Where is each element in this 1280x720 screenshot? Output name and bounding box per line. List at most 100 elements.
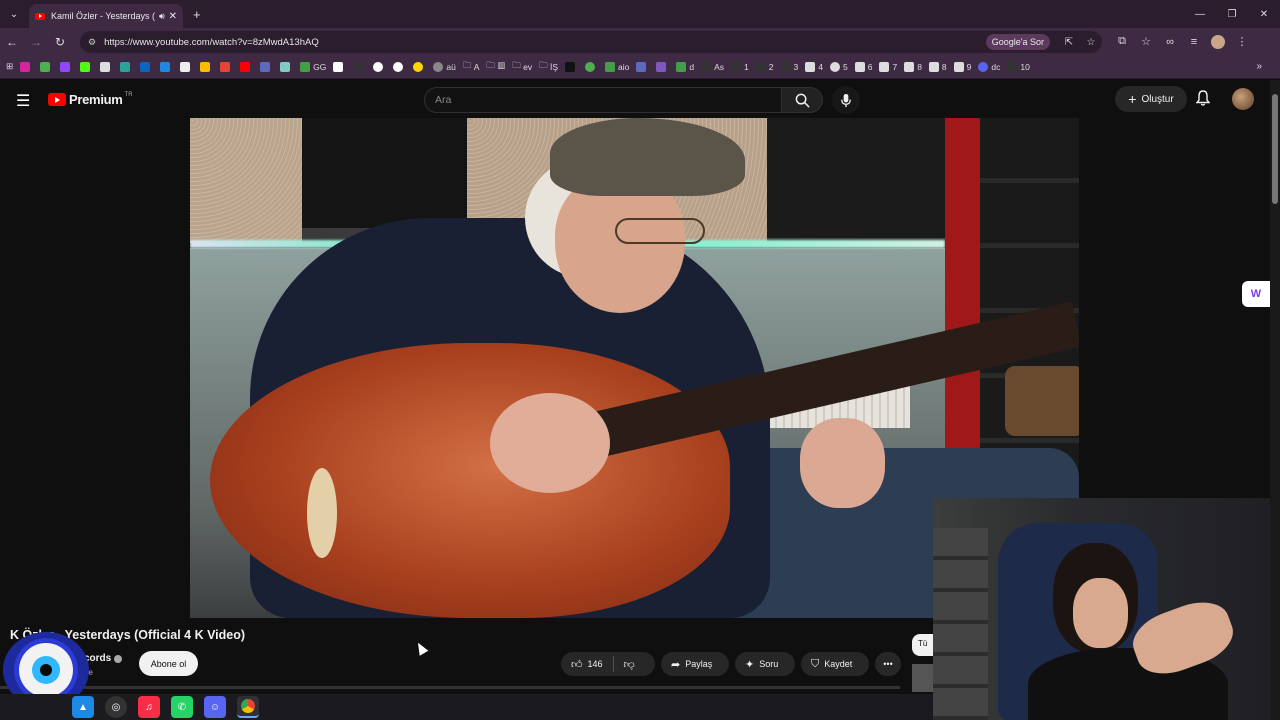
bookmark-v[interactable] <box>636 61 649 72</box>
bookmark-drive[interactable] <box>200 61 213 72</box>
extension-float-button[interactable]: W <box>1242 281 1270 307</box>
bookmark-folder-is[interactable]: 🗀︎ İŞ <box>539 60 558 74</box>
search-button[interactable] <box>781 87 823 113</box>
bookmark-twitch[interactable] <box>60 61 73 72</box>
subscribe-button[interactable]: Abone ol <box>139 651 198 676</box>
bookmark-purple[interactable] <box>260 61 273 72</box>
reading-list-icon[interactable]: ≡ <box>1182 36 1206 48</box>
favorites-icon[interactable]: ☆ <box>1134 35 1158 48</box>
bookmark-instagram[interactable] <box>20 61 33 72</box>
bookmark-gmail[interactable] <box>220 61 233 72</box>
google-ask-label: Google'a Sor <box>991 37 1044 47</box>
bookmark-10[interactable]: 10 <box>1007 61 1030 72</box>
save-button[interactable]: ⛉ Kaydet <box>801 652 869 676</box>
youtube-logo[interactable]: Premium TR <box>48 92 133 107</box>
bookmark-kick[interactable] <box>80 61 93 72</box>
bookmark-folder-ev[interactable]: 🗀︎ ev <box>512 60 532 74</box>
restore-icon[interactable]: ❐ <box>1216 9 1248 20</box>
recommended-thumbnail[interactable] <box>912 664 933 692</box>
bookmark-aio[interactable]: aio <box>605 61 629 72</box>
speaker-icon[interactable]: 🔊︎ <box>159 11 165 22</box>
bookmark-linkedin[interactable] <box>140 61 153 72</box>
acoustic-panel <box>190 118 302 243</box>
menu-icon[interactable]: ☰ <box>16 91 30 111</box>
bookmark-3[interactable]: 3 <box>780 61 798 72</box>
profile-avatar[interactable] <box>1211 34 1225 49</box>
bookmark-star[interactable] <box>280 61 293 72</box>
url-text[interactable]: https://www.youtube.com/watch?v=8zMwdA13… <box>104 37 986 48</box>
tab-search-icon[interactable]: ⌄ <box>3 3 25 25</box>
bookmark-info[interactable] <box>180 61 193 72</box>
apps-grid-icon[interactable]: ⊞ <box>6 61 13 72</box>
forward-icon[interactable]: → <box>24 35 48 49</box>
bookmark-d[interactable]: d <box>676 61 694 72</box>
bookmark-folder[interactable]: 🗀︎ ▥ <box>486 60 505 74</box>
share-button[interactable]: ➦ Paylaş <box>661 652 729 676</box>
back-icon[interactable]: ← <box>0 35 24 49</box>
channel-name[interactable]: cords <box>84 653 123 664</box>
more-actions-button[interactable]: ••• <box>875 652 901 676</box>
bookmark-4[interactable]: 4 <box>805 61 823 72</box>
taskbar-whatsapp-icon[interactable]: ✆ <box>171 696 193 718</box>
bookmark-6[interactable]: 6 <box>854 61 872 72</box>
close-window-icon[interactable]: ✕ <box>1248 9 1280 20</box>
taskbar-obs-icon[interactable]: ◎ <box>105 696 127 718</box>
tab-close-icon[interactable]: ✕ <box>169 11 177 22</box>
search-input[interactable]: Ara <box>424 87 782 113</box>
filter-chip[interactable]: Tü <box>912 634 933 656</box>
taskbar-chrome-icon[interactable] <box>237 696 259 718</box>
taskbar-music-icon[interactable]: ♫ <box>138 696 160 718</box>
address-bar[interactable]: ⚙ https://www.youtube.com/watch?v=8zMwdA… <box>80 31 1102 53</box>
bookmark-5[interactable]: 5 <box>829 61 848 72</box>
bookmark-circle[interactable] <box>413 61 426 72</box>
bookmark-2[interactable]: 2 <box>755 61 774 72</box>
bookmark-7[interactable]: 7 <box>879 61 897 72</box>
bookmark-dark[interactable] <box>565 61 578 72</box>
account-avatar[interactable] <box>1232 88 1254 110</box>
bookmarks-overflow-icon[interactable]: » <box>1256 61 1262 72</box>
minimize-icon[interactable]: — <box>1184 9 1216 20</box>
create-button[interactable]: + Oluştur <box>1115 86 1187 112</box>
taskbar-discord-icon[interactable]: ☺ <box>204 696 226 718</box>
bookmark-diamond[interactable] <box>100 61 113 72</box>
bookmark-phone[interactable] <box>333 61 346 72</box>
page-scrollbar[interactable] <box>1270 80 1280 720</box>
bookmark-google[interactable] <box>373 61 386 72</box>
browser-menu-icon[interactable]: ⋮ <box>1230 35 1254 48</box>
bookmark-green[interactable] <box>40 61 53 72</box>
tab-groups-icon[interactable]: ∞ <box>1158 36 1182 48</box>
browser-tab[interactable]: Kamil Özler - Yesterdays (O 🔊︎ ✕ <box>29 4 183 28</box>
bookmark-youtube[interactable] <box>240 61 253 72</box>
bookmark-au[interactable]: aü <box>433 61 456 72</box>
taskbar-app-icon[interactable]: ▲ <box>72 696 94 718</box>
notifications-button[interactable] <box>1195 90 1211 111</box>
bookmark-star-icon[interactable]: ☆ <box>1080 37 1102 48</box>
ask-button[interactable]: ✦ Soru <box>735 652 795 676</box>
site-info-icon[interactable]: ⚙ <box>88 37 96 48</box>
bookmark-coin[interactable] <box>353 61 366 72</box>
reload-icon[interactable]: ↻ <box>48 35 72 49</box>
google-ask-button[interactable]: Google'a Sor <box>985 34 1050 50</box>
bookmark-1[interactable]: 1 <box>731 61 749 72</box>
bookmark-9[interactable]: 9 <box>953 61 971 72</box>
bookmark-chrome[interactable] <box>585 61 598 72</box>
tab-title: Kamil Özler - Yesterdays (O <box>51 11 155 21</box>
voice-search-button[interactable] <box>832 86 860 114</box>
bookmark-g2[interactable] <box>393 61 406 72</box>
dislike-button[interactable]: 👎︎ <box>614 652 650 676</box>
bookmark-8a[interactable]: 8 <box>904 61 922 72</box>
like-button[interactable]: 👍︎ 146 <box>561 652 613 676</box>
bookmark-blue[interactable] <box>160 61 173 72</box>
streamer-face <box>1073 578 1128 648</box>
scrollbar-thumb[interactable] <box>1272 94 1278 204</box>
install-app-icon[interactable]: ⇱ <box>1058 37 1080 48</box>
bookmark-swirl[interactable] <box>656 61 669 72</box>
bookmark-8b[interactable]: 8 <box>928 61 947 72</box>
bookmark-gg[interactable]: GG <box>300 61 326 72</box>
bookmark-folder-a[interactable]: 🗀︎ A <box>463 60 480 74</box>
bookmark-as[interactable]: As <box>701 61 724 72</box>
bookmark-dc[interactable]: dc <box>978 61 1000 72</box>
extensions-icon[interactable]: ⧉ <box>1110 35 1134 48</box>
new-tab-button[interactable]: + <box>193 7 201 22</box>
bookmark-teal[interactable] <box>120 61 133 72</box>
